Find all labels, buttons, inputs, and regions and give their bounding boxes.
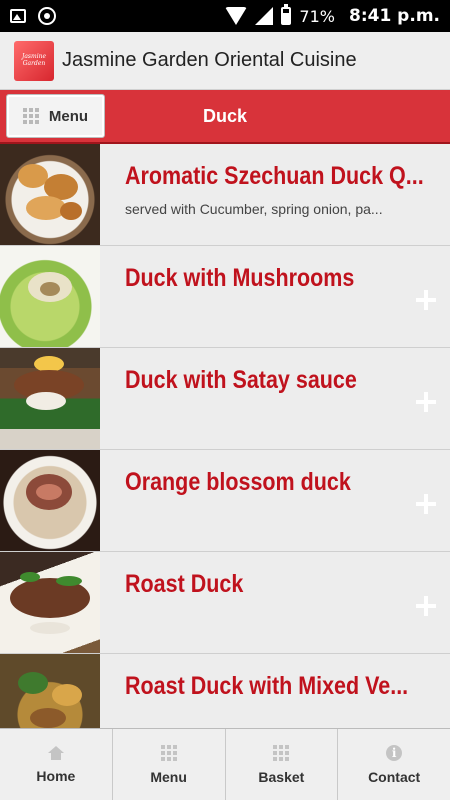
info-icon: i xyxy=(386,744,403,761)
dish-thumbnail xyxy=(0,144,100,245)
dish-thumbnail xyxy=(0,246,100,347)
dish-title: Roast Duck with Mixed Ve... xyxy=(125,672,409,700)
dish-title: Orange blossom duck xyxy=(125,468,351,496)
app-title-bar: Jasmine Garden Jasmine Garden Oriental C… xyxy=(0,32,450,90)
menu-button[interactable]: Menu xyxy=(6,94,105,138)
app-title: Jasmine Garden Oriental Cuisine xyxy=(62,49,357,71)
clock: 8:41 p.m. xyxy=(348,6,440,26)
list-item[interactable]: Roast Duck with Mixed Ve... xyxy=(0,654,450,728)
list-item[interactable]: Aromatic Szechuan Duck Q... served with … xyxy=(0,144,450,246)
dish-thumbnail xyxy=(0,348,100,449)
bottom-nav: Home Menu Basket i Contact xyxy=(0,728,450,800)
list-item[interactable]: Orange blossom duck xyxy=(0,450,450,552)
list-item[interactable]: Duck with Satay sauce xyxy=(0,348,450,450)
dish-thumbnail xyxy=(0,654,100,728)
nav-basket[interactable]: Basket xyxy=(226,729,339,800)
add-icon[interactable] xyxy=(416,596,436,616)
dish-description: served with Cucumber, spring onion, pa..… xyxy=(125,201,383,217)
battery-icon xyxy=(281,4,292,25)
signal-icon xyxy=(255,7,274,25)
home-icon xyxy=(47,745,64,760)
grid-icon xyxy=(22,108,39,124)
nav-contact[interactable]: i Contact xyxy=(338,729,450,800)
dish-title: Aromatic Szechuan Duck Q... xyxy=(125,162,424,190)
dish-thumbnail xyxy=(0,552,100,653)
grid-icon xyxy=(273,744,290,761)
app-logo: Jasmine Garden xyxy=(14,40,54,81)
grid-icon xyxy=(160,744,177,761)
status-bar: 71% 8:41 p.m. xyxy=(0,0,450,32)
nav-home[interactable]: Home xyxy=(0,729,113,800)
list-item[interactable]: Roast Duck xyxy=(0,552,450,654)
dish-thumbnail xyxy=(0,450,100,551)
nav-label: Contact xyxy=(368,768,421,785)
menu-button-label: Menu xyxy=(48,107,89,125)
nav-label: Menu xyxy=(150,768,187,785)
dish-list[interactable]: Aromatic Szechuan Duck Q... served with … xyxy=(0,144,450,728)
dish-title: Duck with Satay sauce xyxy=(125,366,357,394)
add-icon[interactable] xyxy=(416,392,436,412)
add-icon[interactable] xyxy=(416,290,436,310)
nav-label: Home xyxy=(36,767,76,784)
dish-title: Duck with Mushrooms xyxy=(125,264,355,292)
nav-menu[interactable]: Menu xyxy=(113,729,226,800)
category-header: Menu Duck xyxy=(0,90,450,144)
nav-label: Basket xyxy=(258,768,305,785)
add-icon[interactable] xyxy=(416,494,436,514)
wifi-icon xyxy=(225,7,248,25)
target-icon xyxy=(38,7,56,25)
app-logo-text: Jasmine Garden xyxy=(21,53,47,67)
list-item[interactable]: Duck with Mushrooms xyxy=(0,246,450,348)
battery-level: 71% xyxy=(299,6,335,26)
dish-title: Roast Duck xyxy=(125,570,244,598)
image-icon xyxy=(10,9,26,23)
